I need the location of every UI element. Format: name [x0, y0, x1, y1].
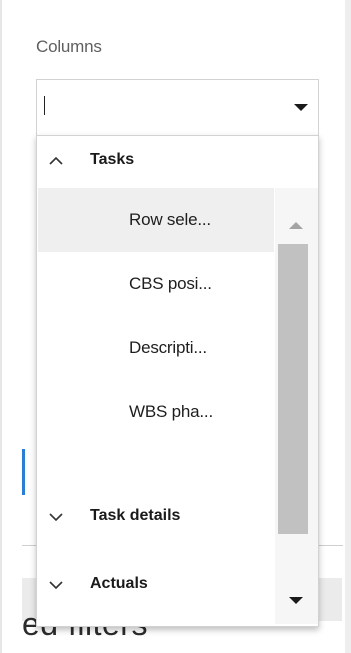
chevron-down-icon	[49, 513, 63, 522]
group-header-task-details[interactable]: Task details	[37, 492, 275, 544]
list-item-cbs-position[interactable]: CBS posi...	[38, 252, 274, 316]
list-item-label: Row sele...	[129, 210, 211, 229]
column-chooser-panel: ed filters Columns Tasks Row sele... CBS…	[0, 0, 351, 653]
panel-right-border	[345, 0, 351, 653]
scroll-down-arrow-icon[interactable]	[289, 597, 303, 604]
chevron-up-icon	[49, 156, 63, 165]
list-item-label: WBS pha...	[129, 402, 213, 421]
text-cursor	[44, 96, 45, 115]
group-header-actuals[interactable]: Actuals	[37, 560, 275, 612]
columns-search-input[interactable]	[42, 92, 272, 122]
list-item-label: CBS posi...	[129, 274, 212, 293]
list-scrollbar[interactable]	[275, 188, 318, 624]
list-item-row-selection[interactable]: Row sele...	[38, 188, 274, 252]
panel-left-border	[0, 0, 2, 653]
columns-dropdown-list: Tasks Row sele... CBS posi... Descripti.…	[36, 135, 319, 627]
group-label: Tasks	[90, 151, 135, 168]
list-item-label: Descripti...	[129, 338, 207, 357]
background-accent-bar	[22, 449, 25, 495]
scroll-thumb[interactable]	[278, 244, 308, 534]
scroll-up-arrow-icon[interactable]	[289, 222, 303, 229]
columns-combobox[interactable]	[36, 79, 319, 135]
group-label: Actuals	[90, 575, 148, 592]
chevron-down-icon	[49, 581, 63, 590]
columns-label: Columns	[36, 37, 102, 56]
group-label: Task details	[90, 507, 181, 524]
caret-down-icon[interactable]	[294, 104, 308, 111]
group-header-tasks[interactable]: Tasks	[37, 136, 275, 188]
list-item-wbs-phase[interactable]: WBS pha...	[38, 380, 274, 444]
list-item-description[interactable]: Descripti...	[38, 316, 274, 380]
